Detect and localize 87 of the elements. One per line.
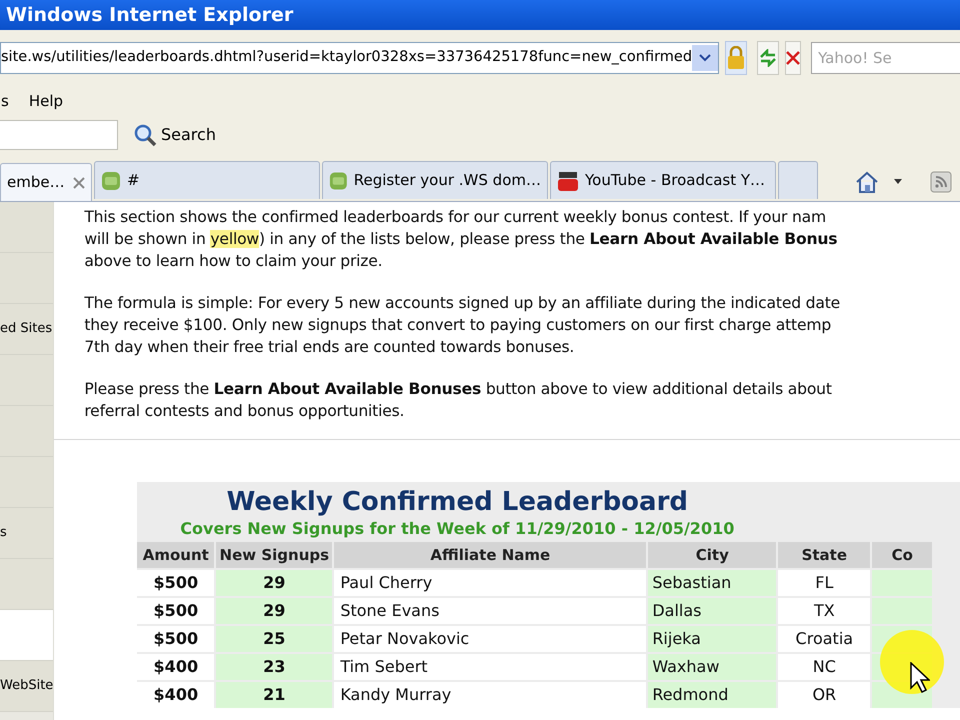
lock-icon bbox=[726, 46, 746, 70]
table-cell: 29 bbox=[216, 570, 332, 596]
paragraph-line: This section shows the confirmed leaderboards for our current weekly bonus contest. If your nam bbox=[84, 207, 828, 228]
paragraph-line: above to learn how to claim your prize. bbox=[84, 251, 384, 272]
table-cell: $500 bbox=[137, 598, 214, 624]
sidebar-item[interactable] bbox=[0, 253, 54, 304]
paragraph-line: The formula is simple: For every 5 new accounts signed up by an affiliate during the indicated date bbox=[84, 293, 842, 314]
tab-label: Register your .WS dom… bbox=[354, 170, 541, 192]
dropdown-button[interactable] bbox=[692, 45, 718, 71]
table-cell: NC bbox=[778, 654, 870, 680]
feed-icon[interactable] bbox=[930, 171, 952, 193]
sidebar-item[interactable]: s bbox=[0, 508, 54, 559]
table-cell: $500 bbox=[137, 570, 214, 596]
column-header: Co bbox=[872, 542, 932, 568]
ws-logo-icon bbox=[101, 170, 121, 190]
table-cell: Petar Novakovic bbox=[334, 626, 646, 652]
column-header: New Signups bbox=[216, 542, 332, 568]
browser-tab[interactable]: # bbox=[94, 161, 320, 199]
table-cell: Waxhaw bbox=[648, 654, 776, 680]
menu-item[interactable]: Help bbox=[28, 90, 64, 112]
column-header: Affiliate Name bbox=[334, 542, 646, 568]
close-icon bbox=[786, 51, 800, 65]
mouse-pointer-icon bbox=[910, 662, 930, 694]
table-cell: 25 bbox=[216, 626, 332, 652]
table-cell: Dallas bbox=[648, 598, 776, 624]
video-logo-icon bbox=[557, 170, 579, 192]
tab-label: # bbox=[127, 170, 140, 192]
search-button[interactable]: Search bbox=[132, 120, 217, 150]
paragraph-line: referral contests and bonus opportunities. bbox=[84, 401, 406, 422]
sidebar-item[interactable]: WebSite bbox=[0, 661, 54, 712]
column-header: State bbox=[778, 542, 870, 568]
sidebar-item[interactable] bbox=[0, 202, 54, 253]
refresh-icon bbox=[758, 49, 778, 67]
sidebar-item[interactable] bbox=[0, 355, 54, 406]
table-cell: 23 bbox=[216, 654, 332, 680]
table-cell: 29 bbox=[216, 598, 332, 624]
chevron-down-icon bbox=[699, 54, 712, 62]
paragraph-line: they receive $100. Only new signups that convert to paying customers on our first charge attemp bbox=[84, 315, 832, 336]
ws-logo-icon bbox=[329, 170, 348, 190]
browser-tab[interactable]: embe… bbox=[0, 163, 92, 201]
table-cell: 21 bbox=[216, 682, 332, 708]
table-cell: Paul Cherry bbox=[334, 570, 646, 596]
address-field[interactable]: site.ws/utilities/leaderboards.dhtml?userid=ktaylor0328xs=33736425178func=new_confirmed bbox=[0, 42, 720, 74]
table-cell: $400 bbox=[137, 682, 214, 708]
home-icon[interactable] bbox=[854, 170, 880, 194]
menu-item[interactable]: s bbox=[0, 90, 10, 112]
table-cell: $400 bbox=[137, 654, 214, 680]
table-cell: OR bbox=[778, 682, 870, 708]
search-field[interactable]: Yahoo! Se bbox=[811, 42, 960, 74]
sidebar-item[interactable] bbox=[0, 457, 54, 508]
table-cell: Tim Sebert bbox=[334, 654, 646, 680]
stop-button[interactable] bbox=[785, 41, 802, 75]
paragraph-line: Please press the Learn About Available Bonuses button above to view additional details about bbox=[84, 379, 833, 400]
leaderboard-title: Weekly Confirmed Leaderboard bbox=[226, 486, 690, 518]
window-title: Windows Internet Explorer bbox=[6, 2, 294, 28]
caret-icon[interactable] bbox=[894, 179, 902, 185]
sidebar-item[interactable] bbox=[0, 610, 54, 661]
search-icon bbox=[133, 123, 157, 147]
sidebar-item[interactable] bbox=[0, 559, 54, 610]
browser-tab[interactable]: YouTube - Broadcast Y… bbox=[550, 161, 776, 199]
column-header: Amount bbox=[137, 542, 214, 568]
table-cell: Sebastian bbox=[648, 570, 776, 596]
table-cell: Kandy Murray bbox=[334, 682, 646, 708]
browser-tab[interactable] bbox=[778, 161, 818, 199]
table-cell bbox=[872, 570, 932, 596]
toolbar-search-field[interactable] bbox=[0, 120, 118, 150]
close-icon[interactable] bbox=[73, 176, 85, 188]
column-header: City bbox=[648, 542, 776, 568]
table-cell: TX bbox=[778, 598, 870, 624]
table-cell: Rijeka bbox=[648, 626, 776, 652]
url-text: site.ws/utilities/leaderboards.dhtml?userid=ktaylor0328xs=33736425178func=new_confirmed bbox=[1, 48, 692, 68]
table-cell: Redmond bbox=[648, 682, 776, 708]
paragraph-line: 7th day when their free trial ends are counted towards bonuses. bbox=[84, 337, 576, 358]
paragraph-line: will be shown in yellow) in any of the lists below, please press the Learn About Available Bonus bbox=[84, 229, 838, 250]
table-cell: $500 bbox=[137, 626, 214, 652]
tab-label: YouTube - Broadcast Y… bbox=[585, 170, 766, 192]
leaderboard-subtitle: Covers New Signups for the Week of 11/29/2010 - 12/05/2010 bbox=[179, 518, 736, 540]
sidebar-item[interactable] bbox=[0, 406, 54, 457]
table-cell bbox=[872, 598, 932, 624]
lock-button[interactable] bbox=[725, 41, 748, 75]
sidebar-item[interactable]: ed Sites bbox=[0, 304, 54, 355]
table-cell: Croatia bbox=[778, 626, 870, 652]
tab-label: embe… bbox=[7, 172, 65, 194]
table-cell: FL bbox=[778, 570, 870, 596]
refresh-button[interactable] bbox=[757, 41, 780, 75]
table-cell: Stone Evans bbox=[334, 598, 646, 624]
browser-tab[interactable]: Register your .WS dom… bbox=[322, 161, 548, 199]
